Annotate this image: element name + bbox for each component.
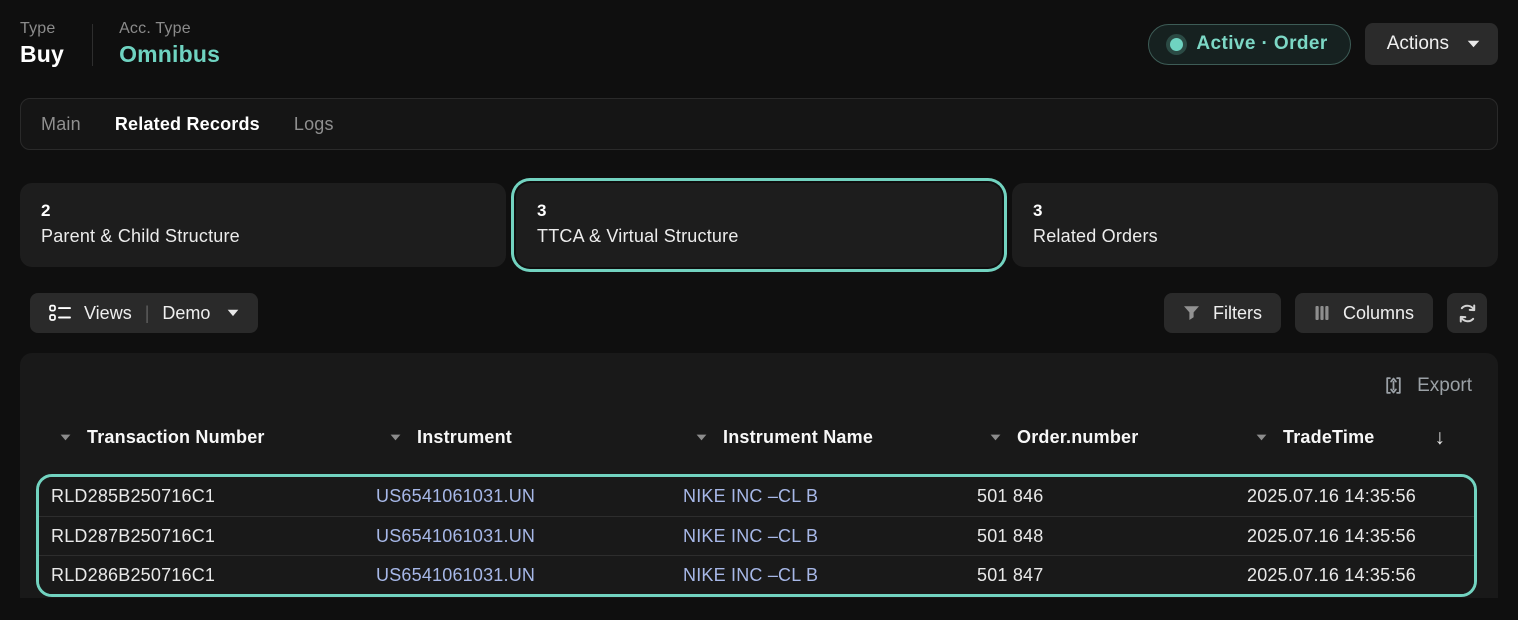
export-button[interactable]: Export xyxy=(1383,375,1472,397)
column-header-instrument: Instrument xyxy=(390,427,696,448)
acc-type-label: Acc. Type xyxy=(119,20,220,38)
column-header-label[interactable]: Order.number xyxy=(1017,427,1138,448)
column-header-tradetime: TradeTime ↓ xyxy=(1256,426,1498,450)
cell-transaction-number: RLD286B250716C1 xyxy=(51,565,376,586)
refresh-icon xyxy=(1457,303,1478,324)
list-icon xyxy=(49,304,71,322)
refresh-button[interactable] xyxy=(1447,293,1487,333)
type-label: Type xyxy=(20,20,64,38)
cell-order-number: 501 848 xyxy=(977,526,1247,547)
meta-divider xyxy=(92,24,93,66)
views-selector[interactable]: Views | Demo xyxy=(30,293,258,333)
header-actions: Active · Order Actions xyxy=(1148,23,1498,65)
column-menu-caret-icon[interactable] xyxy=(696,434,707,441)
cell-transaction-number: RLD285B250716C1 xyxy=(51,486,376,507)
columns-button[interactable]: Columns xyxy=(1295,293,1433,333)
acc-type-block: Acc. Type Omnibus xyxy=(119,20,220,68)
status-badge-label: Active · Order xyxy=(1196,33,1327,55)
chevron-down-icon xyxy=(227,309,239,317)
card-count: 2 xyxy=(41,198,485,223)
card-count: 3 xyxy=(1033,198,1477,223)
type-block: Type Buy xyxy=(20,20,64,68)
table-header-row: Transaction Number Instrument Instrument… xyxy=(20,401,1498,474)
card-ttca-virtual-structure[interactable]: 3 TTCA & Virtual Structure xyxy=(516,183,1002,267)
card-related-orders[interactable]: 3 Related Orders xyxy=(1012,183,1498,267)
cell-instrument-name-link[interactable]: NIKE INC –CL B xyxy=(683,526,977,547)
cell-transaction-number: RLD287B250716C1 xyxy=(51,526,376,547)
cell-tradetime: 2025.07.16 14:35:56 xyxy=(1247,565,1474,586)
related-record-cards: 2 Parent & Child Structure 3 TTCA & Virt… xyxy=(20,183,1498,267)
cell-order-number: 501 846 xyxy=(977,486,1247,507)
table-row[interactable]: RLD285B250716C1 US6541061031.UN NIKE INC… xyxy=(39,477,1474,516)
card-parent-child-structure[interactable]: 2 Parent & Child Structure xyxy=(20,183,506,267)
selected-rows-group: RLD285B250716C1 US6541061031.UN NIKE INC… xyxy=(36,474,1477,597)
type-value: Buy xyxy=(20,41,64,68)
cell-order-number: 501 847 xyxy=(977,565,1247,586)
column-header-label[interactable]: Instrument xyxy=(417,427,512,448)
page-header: Type Buy Acc. Type Omnibus Active · Orde… xyxy=(0,0,1518,68)
column-header-label[interactable]: TradeTime xyxy=(1283,427,1375,448)
card-label: Parent & Child Structure xyxy=(41,223,485,250)
toolbar-right-group: Filters Columns xyxy=(1164,293,1487,333)
column-header-transaction-number: Transaction Number xyxy=(60,427,390,448)
column-header-label[interactable]: Instrument Name xyxy=(723,427,873,448)
column-header-order-number: Order.number xyxy=(990,427,1256,448)
record-meta: Type Buy Acc. Type Omnibus xyxy=(20,20,220,68)
actions-button-label: Actions xyxy=(1387,33,1449,55)
card-label: Related Orders xyxy=(1033,223,1477,250)
filters-button-label: Filters xyxy=(1213,303,1262,324)
column-header-label[interactable]: Transaction Number xyxy=(87,427,265,448)
cell-instrument-link[interactable]: US6541061031.UN xyxy=(376,526,683,547)
chevron-down-icon xyxy=(1467,40,1480,48)
cell-instrument-name-link[interactable]: NIKE INC –CL B xyxy=(683,565,977,586)
vertical-bars-icon xyxy=(1314,305,1330,321)
views-label: Views xyxy=(84,303,132,324)
actions-button[interactable]: Actions xyxy=(1365,23,1498,65)
table-row[interactable]: RLD287B250716C1 US6541061031.UN NIKE INC… xyxy=(39,516,1474,555)
tab-main[interactable]: Main xyxy=(41,114,81,135)
column-menu-caret-icon[interactable] xyxy=(1256,434,1267,441)
funnel-icon xyxy=(1183,305,1200,321)
current-view-name: Demo xyxy=(162,303,210,324)
tab-bar: Main Related Records Logs xyxy=(20,98,1498,150)
cell-tradetime: 2025.07.16 14:35:56 xyxy=(1247,526,1474,547)
status-dot-icon xyxy=(1170,38,1183,51)
export-icon xyxy=(1383,375,1404,396)
filters-button[interactable]: Filters xyxy=(1164,293,1281,333)
cell-tradetime: 2025.07.16 14:35:56 xyxy=(1247,486,1474,507)
table-toolbar: Views | Demo Filters Columns xyxy=(30,293,1487,333)
cell-instrument-link[interactable]: US6541061031.UN xyxy=(376,565,683,586)
column-menu-caret-icon[interactable] xyxy=(60,434,71,441)
export-row: Export xyxy=(20,353,1498,401)
tab-related-records[interactable]: Related Records xyxy=(115,114,260,135)
cell-instrument-name-link[interactable]: NIKE INC –CL B xyxy=(683,486,977,507)
card-label: TTCA & Virtual Structure xyxy=(537,223,981,250)
column-header-instrument-name: Instrument Name xyxy=(696,427,990,448)
acc-type-value: Omnibus xyxy=(119,41,220,68)
export-label: Export xyxy=(1417,375,1472,397)
tab-logs[interactable]: Logs xyxy=(294,114,334,135)
related-records-table-panel: Export Transaction Number Instrument Ins… xyxy=(20,353,1498,598)
table-row[interactable]: RLD286B250716C1 US6541061031.UN NIKE INC… xyxy=(39,555,1474,594)
columns-button-label: Columns xyxy=(1343,303,1414,324)
column-menu-caret-icon[interactable] xyxy=(990,434,1001,441)
status-badge: Active · Order xyxy=(1148,24,1350,65)
cell-instrument-link[interactable]: US6541061031.UN xyxy=(376,486,683,507)
sort-descending-icon[interactable]: ↓ xyxy=(1435,426,1446,450)
card-count: 3 xyxy=(537,198,981,223)
views-divider: | xyxy=(145,303,150,324)
column-menu-caret-icon[interactable] xyxy=(390,434,401,441)
